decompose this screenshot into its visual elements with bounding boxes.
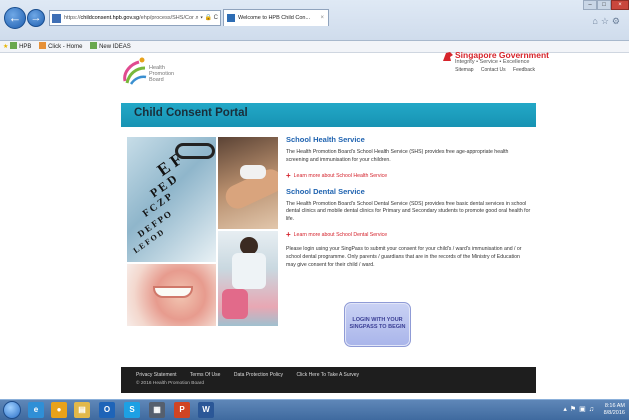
page-icon	[52, 14, 61, 23]
url-prefix: https://	[64, 15, 81, 21]
explorer-icon[interactable]: ▤	[74, 402, 90, 418]
browser-tab[interactable]: Welcome to HPB Child Con... ×	[223, 9, 329, 26]
footer: Privacy Statement Terms Of Use Data Prot…	[121, 367, 536, 393]
powerpoint-icon[interactable]: P	[174, 402, 190, 418]
tab-title: Welcome to HPB Child Con...	[238, 15, 311, 21]
shs-description: The Health Promotion Board's School Heal…	[286, 149, 509, 163]
footer-links: Privacy Statement Terms Of Use Data Prot…	[136, 372, 371, 378]
word-icon[interactable]: W	[198, 402, 214, 418]
favorite-hpb[interactable]: HPB	[10, 42, 31, 50]
clock[interactable]: 8:16 AM 8/8/2016	[604, 403, 625, 416]
login-instructions: Please login using your SingPass to subm…	[286, 245, 522, 268]
windows-taskbar: e ● ▤ O S ▦ P W ▴⚑▣♫ 8:16 AM 8/8/2016	[0, 399, 629, 420]
tab-close-icon[interactable]: ×	[320, 10, 324, 26]
copyright: © 2016 Health Promotion Board	[136, 381, 205, 386]
info-column: School Health Service The Health Promoti…	[286, 135, 531, 347]
minimize-button[interactable]: –	[583, 0, 597, 10]
sds-learn-more-link[interactable]: + Learn more about School Dental Service	[286, 230, 531, 239]
chrome-icon[interactable]: ●	[51, 402, 67, 418]
system-tray-icons[interactable]: ▴⚑▣♫	[563, 405, 597, 413]
teeth-shape	[153, 286, 193, 298]
sds-description: The Health Promotion Board's School Dent…	[286, 200, 531, 223]
eye-chart-photo: E F P E D F C Z P D E F P O L E F O D	[127, 137, 216, 262]
glove-shape	[240, 165, 266, 179]
privacy-statement-link[interactable]: Privacy Statement	[136, 372, 177, 378]
maximize-button[interactable]: □	[597, 0, 611, 10]
url-domain: childconsent.hpb.gov.sg	[80, 15, 140, 21]
address-tools-icon[interactable]: ⌕ ▾ 🔒 C	[195, 11, 218, 25]
url-path: /ehp/process/SHS/Cor	[139, 15, 194, 21]
lion-head-icon	[443, 52, 453, 61]
favorite-new-ideas-icon	[90, 42, 98, 49]
favorite-hpb-icon	[10, 42, 18, 49]
browser-toolbar: ← → https://childconsent.hpb.gov.sg/ehp/…	[0, 0, 629, 41]
sg-government-tagline: Integrity • Service • Excellence	[455, 59, 530, 65]
plus-icon: +	[286, 229, 291, 239]
terms-of-use-link[interactable]: Terms Of Use	[190, 372, 221, 378]
sds-heading: School Dental Service	[286, 186, 365, 196]
skype-icon[interactable]: S	[124, 402, 140, 418]
dental-checkup-photo	[218, 231, 278, 326]
hpb-logo-text: Health Promotion Board	[149, 65, 175, 83]
glasses-shape	[175, 143, 215, 159]
smile-teeth-photo	[127, 264, 216, 326]
home-favorites-settings-icon[interactable]: ⌂☆⚙	[592, 16, 623, 27]
feedback-link[interactable]: Feedback	[513, 67, 535, 73]
favorite-new-ideas[interactable]: New IDEAS	[90, 42, 131, 50]
plus-icon: +	[286, 170, 291, 180]
back-button[interactable]: ←	[4, 7, 26, 29]
web-page: Health Promotion Board Singapore Governm…	[0, 50, 629, 399]
ie-icon[interactable]: e	[28, 402, 44, 418]
favorites-star-icon[interactable]: ★	[3, 44, 8, 50]
start-button[interactable]	[3, 401, 21, 419]
favorite-click-home[interactable]: Click - Home	[39, 42, 82, 50]
tab-favicon-icon	[227, 14, 235, 22]
page-title: Child Consent Portal	[134, 107, 248, 119]
shs-heading: School Health Service	[286, 135, 365, 144]
forward-button[interactable]: →	[27, 9, 45, 27]
outlook-icon[interactable]: O	[99, 402, 115, 418]
favorite-click-home-icon	[39, 42, 47, 49]
contact-us-link[interactable]: Contact Us	[481, 67, 506, 73]
immunisation-photo	[218, 137, 278, 229]
window-controls: – □ ×	[583, 0, 629, 12]
hpb-swirl-icon	[123, 57, 147, 85]
sitemap-link[interactable]: Sitemap	[455, 67, 473, 73]
survey-link[interactable]: Click Here To Take A Survey	[296, 372, 359, 378]
singpass-login-button[interactable]: LOGIN WITH YOUR SINGPASS TO BEGIN	[344, 302, 411, 347]
close-window-button[interactable]: ×	[611, 0, 629, 10]
child-shape	[222, 289, 248, 319]
main-content: E F P E D F C Z P D E F P O L E F O D Sc…	[121, 127, 536, 367]
address-bar[interactable]: https://childconsent.hpb.gov.sg/ehp/proc…	[49, 10, 221, 26]
dentist-coat-shape	[232, 253, 266, 289]
data-protection-link[interactable]: Data Protection Policy	[234, 372, 283, 378]
top-links: Sitemap Contact Us Feedback	[449, 67, 535, 73]
portal-banner: Child Consent Portal	[121, 103, 536, 127]
shs-learn-more-link[interactable]: + Learn more about School Health Service	[286, 171, 531, 180]
photos-icon[interactable]: ▦	[149, 402, 165, 418]
